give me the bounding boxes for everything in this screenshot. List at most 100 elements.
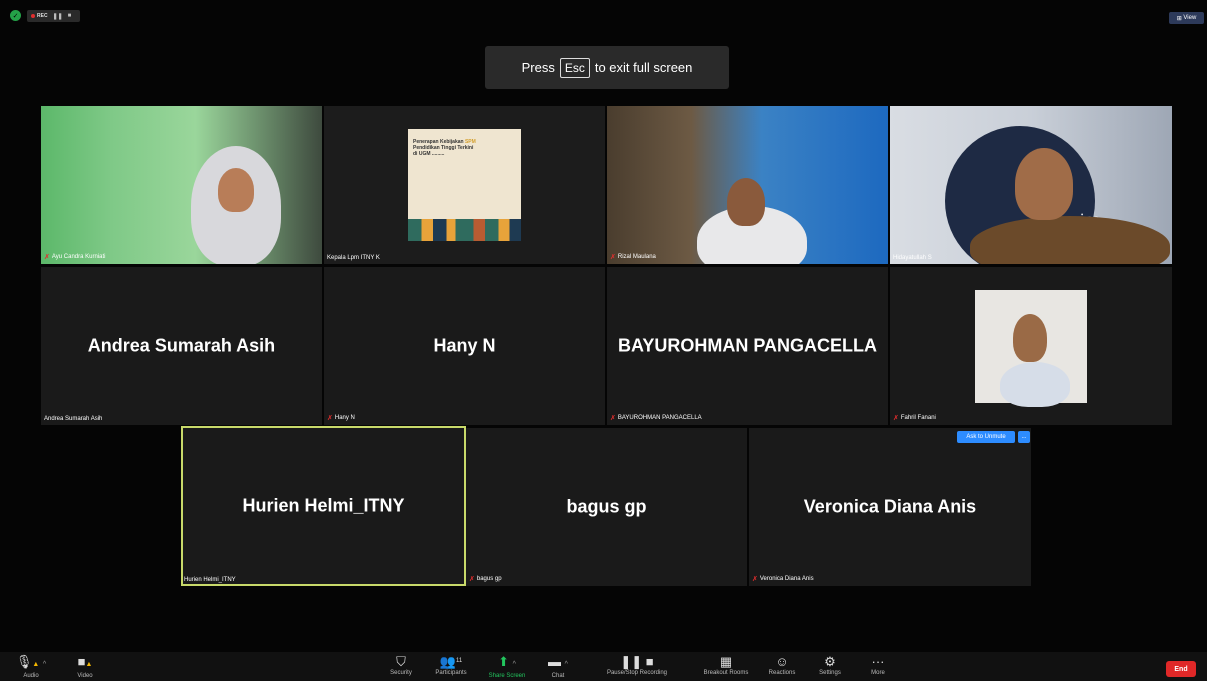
share-screen-icon: ⬆ (498, 654, 509, 669)
video-label: Video (77, 673, 93, 679)
stop-recording-icon[interactable]: ■ (68, 13, 72, 19)
warning-icon: ▲ (85, 661, 93, 668)
chevron-up-icon[interactable]: ^ (513, 661, 516, 668)
participant-name-label: ✗ Veronica Diana Anis (752, 576, 814, 583)
participant-video (975, 290, 1087, 407)
participant-tile-kepala[interactable]: Penerapan Kebijakan SPM Pendidikan Tinggi… (324, 106, 605, 264)
gear-icon: ⚙ (824, 654, 836, 669)
end-meeting-button[interactable]: End (1166, 661, 1196, 677)
participant-display-name: Veronica Diana Anis (803, 496, 977, 517)
meeting-toolbar: 🎙▲ ^ Audio ■▲ Video ⛉ Security 👥11 Parti… (0, 652, 1207, 681)
audio-button[interactable]: 🎙▲ ^ Audio (4, 654, 58, 680)
participant-tile-veronica[interactable]: Veronica Diana Anis ✗ Veronica Diana Anis (749, 428, 1031, 586)
pause-stop-label: Pause/Stop Recording (606, 670, 668, 676)
participants-button[interactable]: 👥11 Participants (424, 654, 478, 677)
participant-display-name: BAYUROHMAN PANGACELLA (617, 335, 877, 356)
recording-indicator: REC ❚❚ ■ (27, 10, 80, 22)
toast-prefix: Press (521, 60, 555, 75)
share-screen-button[interactable]: ⬆ ^ Share Screen (480, 654, 534, 680)
participant-more-button[interactable]: ... (1018, 431, 1030, 443)
ask-to-unmute-button[interactable]: Ask to Unmute (957, 431, 1015, 443)
participant-name-label: Hurien Helmi_ITNY (184, 577, 236, 583)
slide-title-3: di UGM ......... (413, 151, 445, 157)
participant-tile-hidayatullah[interactable]: ine Hidayatullah S (890, 106, 1172, 264)
grid-icon: ⊞ (1176, 15, 1184, 22)
chevron-up-icon[interactable]: ^ (565, 661, 568, 668)
fullscreen-toast: Press Esc to exit full screen (485, 46, 729, 89)
participant-name-label: ✗ Fahril Fanani (893, 415, 936, 422)
security-shield-icon[interactable]: ✓ (10, 10, 21, 21)
pause-recording-icon[interactable]: ❚❚ (53, 13, 63, 20)
ellipsis-icon: ··· (871, 654, 885, 669)
pause-stop-icon: ❚❚ ■ (620, 654, 654, 669)
audio-label: Audio (23, 673, 39, 679)
reactions-label: Reactions (768, 670, 796, 676)
chevron-up-icon[interactable]: ^ (43, 661, 46, 668)
warning-icon: ▲ (32, 661, 40, 668)
participant-tile-rizal[interactable]: ✗ Rizal Maulana (607, 106, 888, 264)
view-button[interactable]: ⊞ View (1169, 12, 1204, 24)
reactions-icon: ☺ (775, 654, 789, 669)
chat-icon: ▬ (548, 654, 562, 669)
mic-muted-icon: ✗ (469, 576, 475, 583)
participant-name-label: Kepala Lpm ITNY K (327, 255, 380, 261)
participant-tile-bagus[interactable]: bagus gp ✗ bagus gp (466, 428, 747, 586)
share-screen-label: Share Screen (488, 673, 526, 679)
chat-label: Chat (551, 673, 565, 679)
participant-name-label: ✗ BAYUROHMAN PANGACELLA (610, 415, 702, 422)
top-bar: ✓ REC ❚❚ ■ ⊞ View (0, 0, 1207, 26)
participant-count: 11 (455, 658, 463, 664)
chat-button[interactable]: ▬ ^ Chat (531, 654, 585, 680)
record-dot-icon (31, 14, 35, 18)
esc-key-label: Esc (559, 57, 590, 78)
participant-name-label: Andrea Sumarah Asih (44, 416, 103, 422)
participant-face (727, 178, 765, 226)
participants-label: Participants (435, 670, 467, 676)
settings-label: Settings (819, 670, 841, 676)
toast-suffix: to exit full screen (594, 60, 693, 75)
participant-name-label: ✗ Ayu Candra Kurniati (44, 254, 106, 261)
view-label: View (1183, 15, 1197, 21)
more-label: More (871, 670, 885, 676)
slide-pattern (408, 219, 521, 241)
participant-tile-bayurohman[interactable]: BAYUROHMAN PANGACELLA ✗ BAYUROHMAN PANGAC… (607, 267, 888, 425)
participant-name-label: ✗ bagus gp (469, 576, 502, 583)
participant-name-label: Hidayatullah S (893, 255, 932, 261)
mic-muted-icon: ✗ (610, 415, 616, 422)
participant-tile-hany[interactable]: Hany N ✗ Hany N (324, 267, 605, 425)
more-button[interactable]: ··· More (851, 654, 905, 677)
breakout-rooms-label: Breakout Rooms (703, 670, 749, 676)
security-label: Security (390, 670, 412, 676)
participant-tile-andrea[interactable]: Andrea Sumarah Asih Andrea Sumarah Asih (41, 267, 322, 425)
participant-display-name: Hany N (433, 335, 496, 356)
mic-muted-icon: ✗ (610, 254, 616, 261)
participant-name-label: ✗ Rizal Maulana (610, 254, 656, 261)
mic-muted-icon: ✗ (327, 415, 333, 422)
video-button[interactable]: ■▲ Video (58, 654, 112, 680)
participant-display-name: Hurien Helmi_ITNY (242, 495, 405, 516)
participant-name-label: ✗ Hany N (327, 415, 355, 422)
pause-stop-recording-button[interactable]: ❚❚ ■ Pause/Stop Recording (598, 654, 676, 677)
breakout-rooms-icon: ▦ (719, 654, 733, 669)
participant-tile-hurien[interactable]: Hurien Helmi_ITNY Hurien Helmi_ITNY (181, 426, 466, 586)
participants-icon: 👥 (439, 654, 456, 669)
breakout-rooms-button[interactable]: ▦ Breakout Rooms (697, 654, 755, 677)
participant-face (1015, 148, 1073, 220)
mic-muted-icon: ✗ (44, 254, 50, 261)
mic-muted-icon: ✗ (893, 415, 899, 422)
security-button[interactable]: ⛉ Security (374, 654, 428, 677)
participant-face (218, 168, 254, 212)
mic-muted-icon: ✗ (752, 576, 758, 583)
reactions-button[interactable]: ☺ Reactions (755, 654, 809, 677)
shared-slide: Penerapan Kebijakan SPM Pendidikan Tinggi… (408, 129, 521, 241)
participant-display-name: bagus gp (566, 496, 647, 517)
participant-face (1013, 314, 1047, 362)
participant-tile-fahril[interactable]: ✗ Fahril Fanani (890, 267, 1172, 425)
rec-label: REC (37, 13, 48, 19)
shield-icon: ⛉ (396, 654, 406, 669)
participant-tile-ayu[interactable]: ✗ Ayu Candra Kurniati (41, 106, 322, 264)
settings-button[interactable]: ⚙ Settings (803, 654, 857, 677)
participant-video-figure (1000, 362, 1070, 407)
microphone-icon: 🎙 (15, 654, 33, 669)
participant-display-name: Andrea Sumarah Asih (87, 335, 276, 356)
